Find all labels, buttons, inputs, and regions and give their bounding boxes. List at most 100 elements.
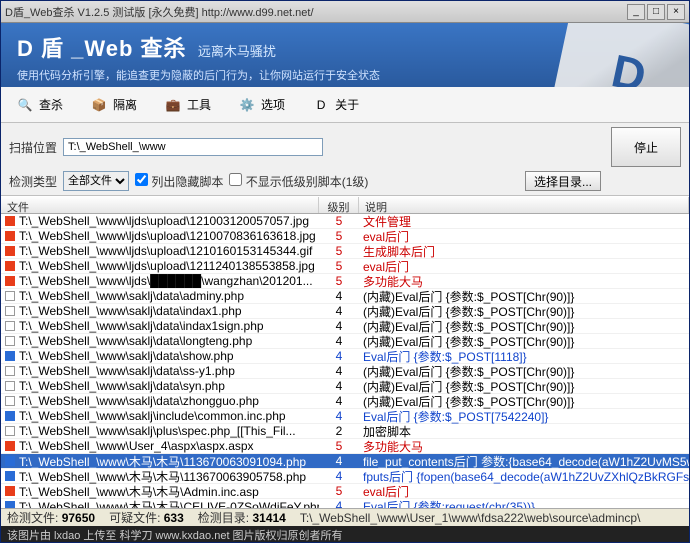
level-cell: 2 [319,424,359,438]
file-path: T:\_WebShell_\www\saklj\data\longteng.ph… [19,334,252,348]
browse-button[interactable]: 选择目录... [525,171,601,191]
level-cell: 4 [319,334,359,348]
close-button[interactable]: × [667,4,685,20]
col-file[interactable]: 文件 [1,197,319,213]
path-input[interactable] [63,138,323,156]
severity-icon [5,246,15,256]
logo-icon: D [548,23,689,87]
chk-lowlevel-box[interactable] [229,173,242,186]
desc-cell: Eval后门 {参数:request(chr(35))} [359,498,689,509]
severity-icon [5,276,15,286]
level-cell: 4 [319,454,359,468]
severity-icon [5,261,15,271]
chk-hidden-box[interactable] [135,173,148,186]
minimize-button[interactable]: _ [627,4,645,20]
status-dirs: 31414 [252,511,285,525]
level-cell: 5 [319,259,359,273]
table-row[interactable]: T:\_WebShell_\www\木马\木马\CELIVE-0ZSoWdjFe… [1,499,689,508]
file-path: T:\_WebShell_\www\saklj\include\common.i… [19,409,286,423]
status-files: 97650 [62,511,95,525]
file-path: T:\_WebShell_\www\ljds\██████\wangzhan\2… [19,274,313,288]
severity-icon [5,216,15,226]
file-path: T:\_WebShell_\www\saklj\data\adminy.php [19,289,244,303]
file-path: T:\_WebShell_\www\saklj\data\show.php [19,349,234,363]
level-cell: 5 [319,214,359,228]
titlebar: D盾_Web查杀 V1.2.5 测试版 [永久免费] http://www.d9… [1,1,689,23]
type-label: 检测类型 [9,173,57,190]
file-path: T:\_WebShell_\www\ljds\upload\1210070836… [19,229,316,243]
status-bar: 检测文件: 97650 可疑文件: 633 检测目录: 31414 T:\_We… [1,508,689,526]
file-path: T:\_WebShell_\www\木马\木马\CELIVE-0ZSoWdjFe… [19,498,319,509]
tab-2[interactable]: 💼工具 [155,91,219,119]
file-path: T:\_WebShell_\www\saklj\data\zhongguo.ph… [19,394,259,408]
file-path: T:\_WebShell_\www\ljds\upload\1210160153… [19,244,312,258]
file-path: T:\_WebShell_\www\ljds\upload\1211240138… [19,259,315,273]
tab-label: 隔离 [113,96,137,113]
severity-icon [5,336,15,346]
tab-4[interactable]: D关于 [303,91,367,119]
severity-icon [5,231,15,241]
severity-icon [5,306,15,316]
level-cell: 4 [319,394,359,408]
maximize-button[interactable]: □ [647,4,665,20]
status-path: T:\_WebShell_\www\User_1\www\fdsa222\web… [300,511,683,525]
file-path: T:\_WebShell_\www\User_4\aspx\aspx.aspx [19,439,254,453]
tab-icon: 💼 [163,95,183,115]
footer-credit: 该图片由 lxdao 上传至 科学刀 www.kxdao.net 图片版权归原创… [1,526,689,542]
level-cell: 4 [319,409,359,423]
tab-0[interactable]: 🔍查杀 [7,91,71,119]
level-cell: 5 [319,439,359,453]
status-suspicious: 633 [164,511,184,525]
tab-icon: ⚙️ [237,95,257,115]
level-cell: 5 [319,244,359,258]
severity-icon [5,471,15,481]
tab-1[interactable]: 📦隔离 [81,91,145,119]
severity-icon [5,381,15,391]
level-cell: 4 [319,349,359,363]
level-cell: 5 [319,274,359,288]
tab-3[interactable]: ⚙️选项 [229,91,293,119]
col-level[interactable]: 级别 [319,197,359,213]
chk-hidden[interactable]: 列出隐藏脚本 [135,173,223,190]
level-cell: 5 [319,229,359,243]
level-cell: 4 [319,379,359,393]
toolbar-tabs: 🔍查杀 📦隔离 💼工具 ⚙️选项 D关于 [1,87,689,123]
app-subtitle: 远离木马骚扰 [198,44,276,59]
severity-icon [5,366,15,376]
level-cell: 4 [319,364,359,378]
tab-icon: 📦 [89,95,109,115]
app-title: D 盾 _Web 查杀 [17,36,187,61]
file-path: T:\_WebShell_\www\saklj\data\indax1sign.… [19,319,264,333]
level-cell: 4 [319,319,359,333]
severity-icon [5,411,15,421]
col-desc[interactable]: 说明 [359,197,689,213]
level-cell: 4 [319,499,359,508]
severity-icon [5,441,15,451]
severity-icon [5,486,15,496]
chk-lowlevel[interactable]: 不显示低级别脚本(1级) [229,173,368,190]
stop-button[interactable]: 停止 [611,127,681,167]
banner: D 盾 _Web 查杀 远离木马骚扰 使用代码分析引擎，能追查更为隐蔽的后门行为… [1,23,689,87]
tab-label: 关于 [335,96,359,113]
window-buttons: _ □ × [627,4,685,20]
severity-icon [5,321,15,331]
tab-icon: D [311,95,331,115]
level-cell: 4 [319,304,359,318]
severity-icon [5,291,15,301]
tab-label: 工具 [187,96,211,113]
severity-icon [5,456,15,466]
file-path: T:\_WebShell_\www\saklj\data\ss-y1.php [19,364,235,378]
severity-icon [5,396,15,406]
file-path: T:\_WebShell_\www\saklj\plus\spec.php_[[… [19,424,296,438]
severity-icon [5,351,15,361]
tab-icon: 🔍 [15,95,35,115]
path-label: 扫描位置 [9,139,57,156]
window-title: D盾_Web查杀 V1.2.5 测试版 [永久免费] http://www.d9… [5,4,627,20]
level-cell: 4 [319,469,359,483]
file-path: T:\_WebShell_\www\saklj\data\indax1.php [19,304,242,318]
result-list[interactable]: T:\_WebShell_\www\ljds\upload\1210031200… [1,214,689,508]
level-cell: 5 [319,484,359,498]
severity-icon [5,501,15,508]
type-select[interactable]: 全部文件 [63,171,129,191]
level-cell: 4 [319,289,359,303]
